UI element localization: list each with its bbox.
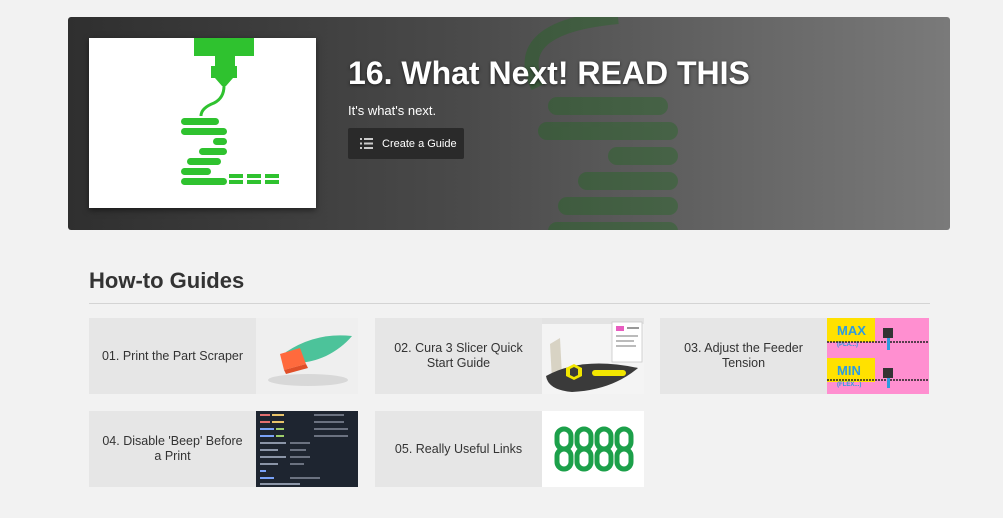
printer-nozzle-logo bbox=[181, 38, 279, 185]
guide-card-disable-beep[interactable]: 04. Disable 'Beep' Before a Print bbox=[89, 411, 358, 487]
guide-title: 04. Disable 'Beep' Before a Print bbox=[102, 434, 243, 463]
page-subtitle: It's what's next. bbox=[348, 103, 437, 118]
page-title: 16. What Next! READ THIS bbox=[348, 55, 750, 91]
guide-card-print-part-scraper[interactable]: 01. Print the Part Scraper bbox=[89, 318, 358, 394]
part-scraper-image bbox=[256, 318, 358, 394]
guide-thumbnail: MAX (PLA...) MIN (FLEX...) bbox=[827, 318, 929, 394]
pla-text: (PLA...) bbox=[837, 342, 858, 348]
guide-thumbnail bbox=[256, 318, 358, 394]
category-thumbnail bbox=[89, 38, 316, 208]
guide-title: 01. Print the Part Scraper bbox=[101, 348, 244, 363]
guide-title: 05. Really Useful Links bbox=[394, 441, 523, 456]
max-text: MAX bbox=[837, 323, 866, 338]
guide-card-cura-quick-start[interactable]: 02. Cura 3 Slicer Quick Start Guide bbox=[375, 318, 644, 394]
guide-thumbnail bbox=[542, 411, 644, 487]
create-guide-button[interactable]: Create a Guide bbox=[348, 128, 464, 159]
section-divider bbox=[89, 303, 930, 304]
min-text: MIN bbox=[837, 363, 861, 378]
feeder-tension-image: MAX (PLA...) MIN (FLEX...) bbox=[827, 318, 929, 394]
create-guide-label: Create a Guide bbox=[382, 137, 457, 150]
cura-screenshot-image bbox=[542, 318, 644, 394]
guide-thumbnail bbox=[256, 411, 358, 487]
guide-title: 03. Adjust the Feeder Tension bbox=[684, 341, 803, 370]
guide-card-useful-links[interactable]: 05. Really Useful Links bbox=[375, 411, 644, 487]
hero-background-logo bbox=[524, 17, 678, 230]
gcode-editor-image bbox=[256, 411, 358, 487]
category-hero: 16. What Next! READ THIS It's what's nex… bbox=[68, 17, 950, 230]
flex-text: (FLEX...) bbox=[837, 382, 861, 388]
section-title: How-to Guides bbox=[89, 268, 245, 293]
chain-links-image bbox=[542, 411, 644, 487]
guide-title: 02. Cura 3 Slicer Quick Start Guide bbox=[394, 341, 523, 370]
list-icon bbox=[360, 138, 373, 149]
guide-thumbnail bbox=[542, 318, 644, 394]
guide-card-feeder-tension[interactable]: 03. Adjust the Feeder Tension MAX (PLA..… bbox=[660, 318, 929, 394]
